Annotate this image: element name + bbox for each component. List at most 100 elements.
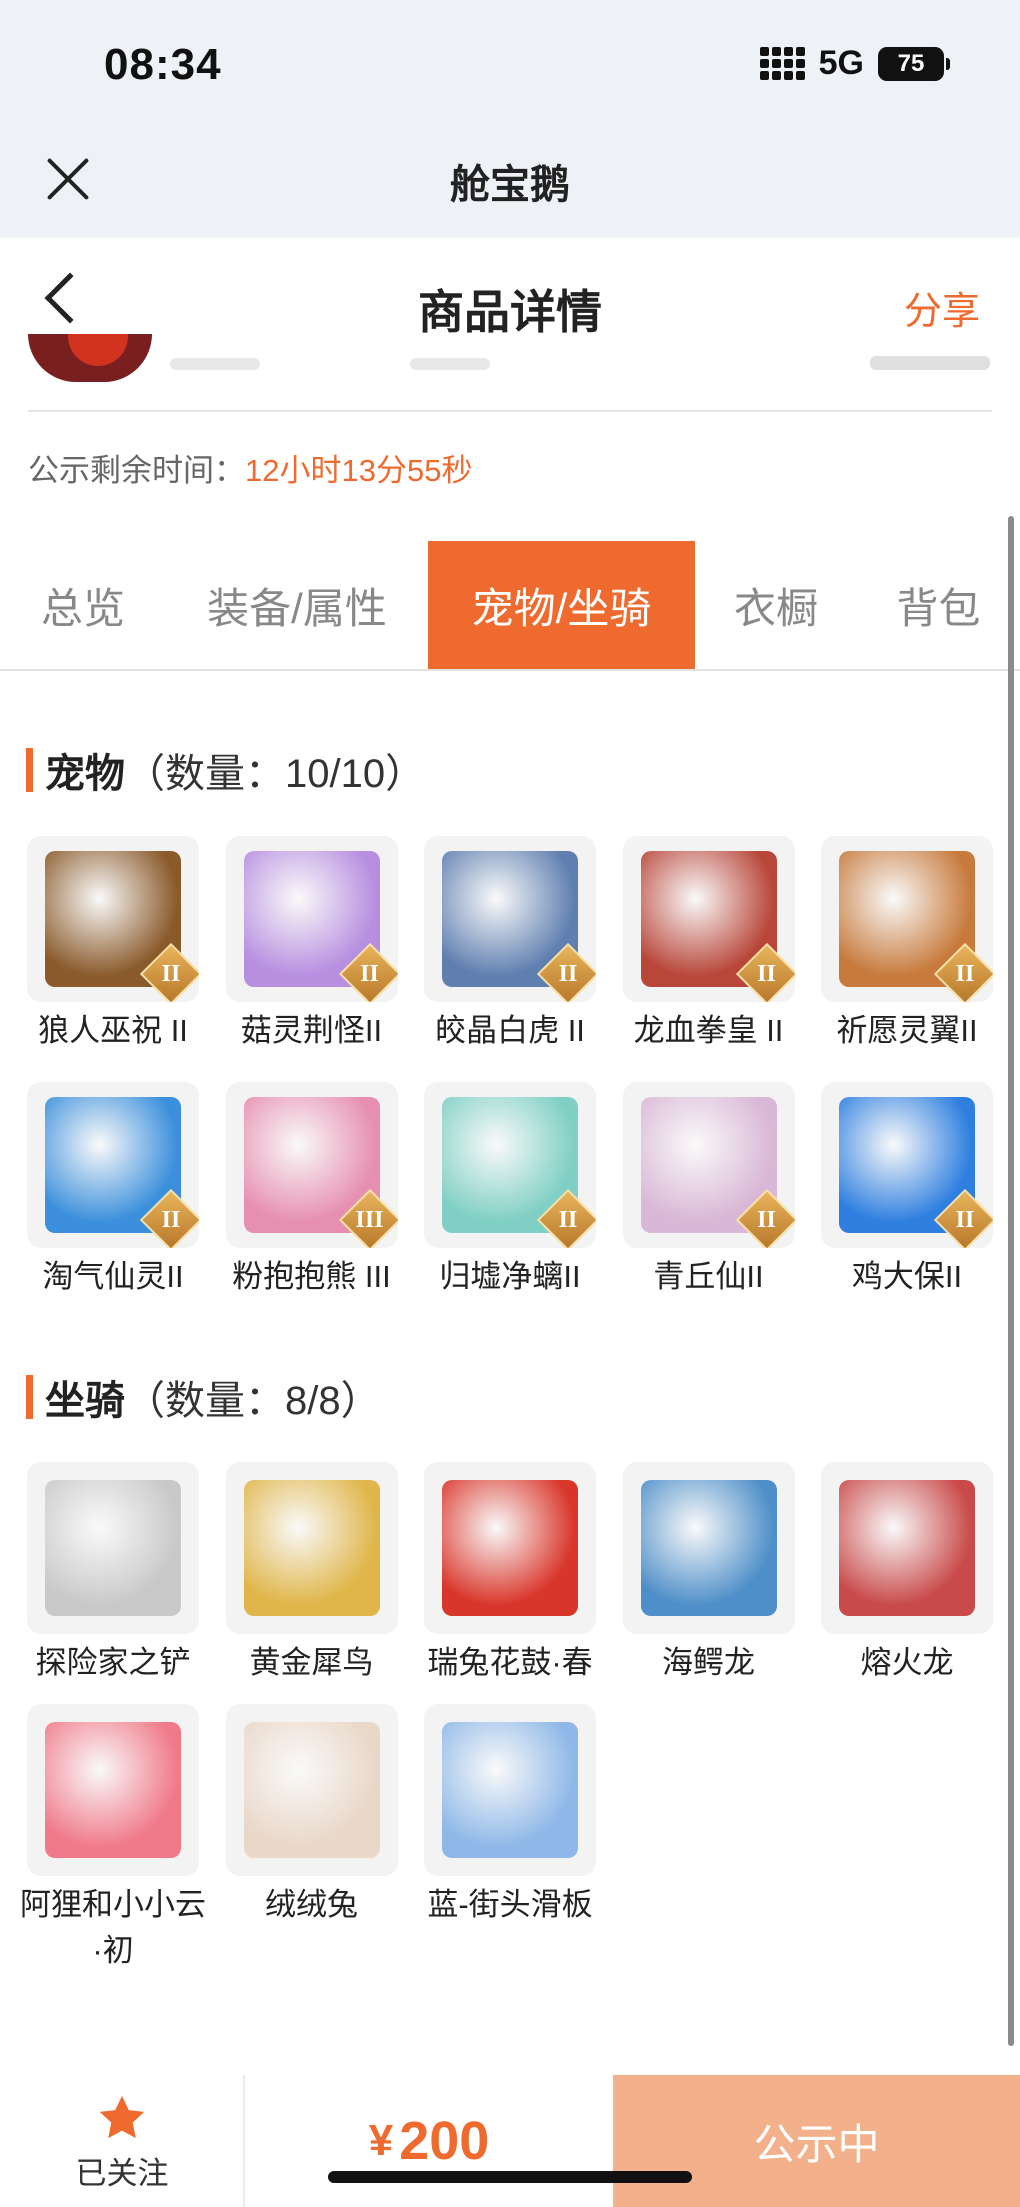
- pets-item[interactable]: II 龙血拳皇 II: [622, 836, 795, 1054]
- pets-item[interactable]: II 狼人巫祝 II: [27, 836, 199, 1054]
- mounts-name: 熔火龙: [860, 1645, 954, 1680]
- mounts-item[interactable]: 海鳄龙: [622, 1462, 795, 1686]
- pets-item[interactable]: II 青丘仙II: [622, 1082, 795, 1300]
- rabbit-drum-icon: [442, 1480, 578, 1616]
- pets-thumbnail: II: [821, 836, 993, 1002]
- follow-button[interactable]: 已关注: [0, 2075, 244, 2207]
- status-icons: 5G 75: [759, 44, 950, 83]
- pets-name: 龙血拳皇 II: [633, 1013, 784, 1048]
- mounts-count: （数量：8/8）: [125, 1379, 381, 1423]
- pets-thumbnail: III: [225, 1082, 398, 1248]
- page-header: 商品详情 分享: [0, 238, 1020, 368]
- mounts-name: 阿狸和小小云·初: [20, 1887, 206, 1968]
- mounts-thumbnail: [225, 1704, 398, 1876]
- mounts-item[interactable]: 探险家之铲: [27, 1462, 199, 1686]
- tier-badge-text: II: [757, 1207, 776, 1233]
- tier-badge-text: II: [161, 961, 181, 987]
- battery-icon: 75: [878, 46, 950, 81]
- pets-name: 归墟净螭II: [439, 1259, 581, 1294]
- pets-item[interactable]: III 粉抱抱熊 III: [225, 1082, 398, 1300]
- mini-program-title: 舱宝鹅: [450, 163, 570, 207]
- countdown-label: 公示剩余时间：: [28, 453, 245, 488]
- pets-item[interactable]: II 归墟净螭II: [424, 1082, 596, 1300]
- follow-info-peek: [870, 356, 990, 370]
- pets-grid: II 狼人巫祝 II II 菇灵荆怪II II 皎晶白虎 II II 龙血拳皇 II II 祈愿灵…: [27, 836, 993, 1300]
- mounts-item[interactable]: 绒绒兔: [225, 1704, 398, 1974]
- signal-icon: [759, 47, 805, 80]
- sea-crocodile-dragon-icon: [640, 1480, 777, 1616]
- mounts-thumbnail: [27, 1462, 199, 1634]
- hornbill-icon: [243, 1480, 380, 1616]
- seller-info-peek: [170, 358, 260, 370]
- mounts-name: 瑞兔花鼓·春: [427, 1645, 593, 1680]
- follow-label: 已关注: [75, 2155, 169, 2191]
- pets-thumbnail: II: [622, 1082, 795, 1248]
- section-accent-bar: [26, 748, 33, 792]
- tab-overview[interactable]: 总览: [0, 541, 166, 669]
- scrollbar[interactable]: [1008, 516, 1014, 2046]
- ali-cloud-icon: [45, 1722, 181, 1858]
- battery-level: 75: [878, 46, 944, 81]
- mounts-item[interactable]: 阿狸和小小云·初: [20, 1704, 206, 1974]
- mounts-thumbnail: [622, 1462, 795, 1634]
- pets-section-title: 宠物 （数量：10/10）: [26, 741, 425, 799]
- publicity-countdown: 公示剩余时间：12小时13分55秒: [28, 445, 472, 490]
- divider: [28, 410, 992, 412]
- pets-title: 宠物: [45, 752, 125, 796]
- star-icon: [99, 2095, 145, 2138]
- pets-name: 淘气仙灵II: [42, 1259, 184, 1294]
- pets-item[interactable]: II 鸡大保II: [821, 1082, 993, 1300]
- mounts-name: 探险家之铲: [35, 1645, 191, 1680]
- tier-badge-text: II: [161, 1207, 181, 1233]
- mounts-title: 坐骑: [45, 1379, 125, 1423]
- pets-item[interactable]: II 皎晶白虎 II: [424, 836, 596, 1054]
- seller-info-peek: [410, 358, 490, 370]
- mounts-name: 绒绒兔: [265, 1887, 358, 1922]
- mounts-item[interactable]: 瑞兔花鼓·春: [424, 1462, 596, 1686]
- price-amount: 200: [399, 2111, 490, 2171]
- pets-item[interactable]: II 菇灵荆怪II: [225, 836, 398, 1054]
- pets-thumbnail: II: [27, 836, 199, 1002]
- page-title: 商品详情: [418, 286, 602, 338]
- tier-badge-text: II: [558, 961, 578, 987]
- tier-badge-text: II: [757, 961, 776, 987]
- mounts-item[interactable]: 黄金犀鸟: [225, 1462, 398, 1686]
- tier-badge-text: II: [955, 961, 975, 987]
- pets-name: 狼人巫祝 II: [38, 1013, 188, 1048]
- pets-name: 祈愿灵翼II: [836, 1013, 978, 1048]
- network-type: 5G: [818, 44, 864, 82]
- mounts-name: 黄金犀鸟: [249, 1645, 374, 1680]
- price: ¥ 200: [245, 2075, 613, 2207]
- pets-thumbnail: II: [821, 1082, 993, 1248]
- pets-name: 菇灵荆怪II: [240, 1013, 383, 1048]
- tab-equipment-attributes[interactable]: 装备/属性: [166, 541, 428, 669]
- seller-avatar: [28, 334, 152, 382]
- pets-item[interactable]: II 淘气仙灵II: [27, 1082, 199, 1300]
- pets-name: 鸡大保II: [851, 1259, 963, 1294]
- mounts-thumbnail: [424, 1704, 596, 1876]
- tab-pets-mounts[interactable]: 宠物/坐骑: [428, 541, 695, 669]
- detail-tabs: 总览 装备/属性 宠物/坐骑 衣橱 背包: [0, 541, 1020, 671]
- status-time: 08:34: [104, 40, 222, 89]
- pets-name: 粉抱抱熊 III: [232, 1259, 391, 1294]
- shovel-icon: [45, 1480, 181, 1616]
- tab-backpack[interactable]: 背包: [857, 541, 1020, 669]
- publicity-status-button[interactable]: 公示中: [613, 2075, 1020, 2207]
- mounts-thumbnail: [225, 1462, 398, 1634]
- fluffy-rabbit-icon: [243, 1722, 380, 1858]
- pets-thumbnail: II: [622, 836, 795, 1002]
- pets-thumbnail: II: [225, 836, 398, 1002]
- mounts-thumbnail: [27, 1704, 199, 1876]
- mounts-item[interactable]: 熔火龙: [821, 1462, 993, 1686]
- countdown-value: 12小时13分55秒: [245, 453, 473, 488]
- share-button[interactable]: 分享: [904, 280, 980, 335]
- section-accent-bar: [26, 1375, 33, 1419]
- pets-item[interactable]: II 祈愿灵翼II: [821, 836, 993, 1054]
- skateboard-icon: [442, 1722, 578, 1858]
- mounts-item[interactable]: 蓝-街头滑板: [424, 1704, 596, 1974]
- pets-thumbnail: II: [424, 836, 596, 1002]
- tier-badge-text: III: [355, 1207, 384, 1233]
- mounts-name: 海鳄龙: [662, 1645, 755, 1680]
- tier-badge-text: II: [360, 961, 379, 987]
- tab-wardrobe[interactable]: 衣橱: [695, 541, 857, 669]
